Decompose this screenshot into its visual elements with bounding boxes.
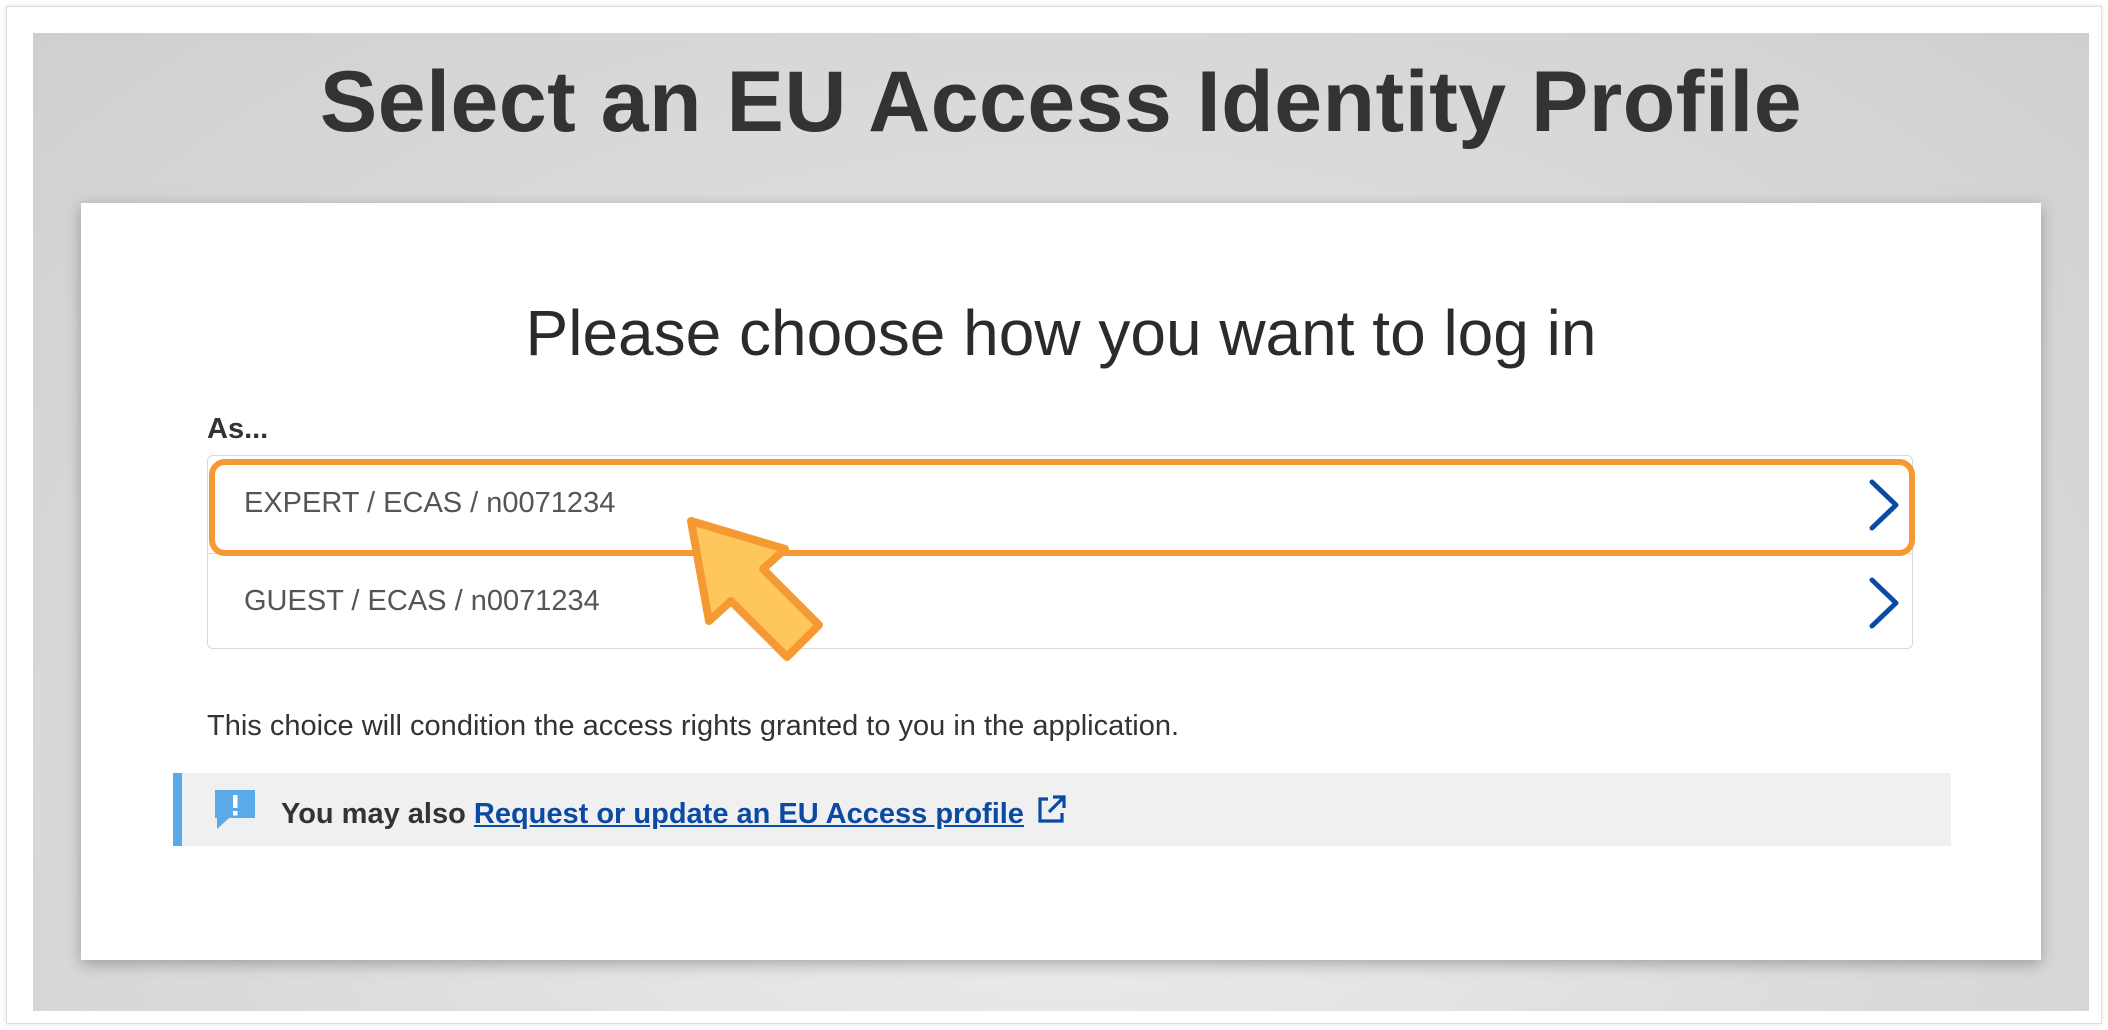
external-link-icon[interactable]: [1034, 793, 1068, 827]
chevron-right-icon: [1869, 577, 1899, 629]
speech-bubble-exclamation-icon: [215, 790, 255, 829]
profile-option-expert[interactable]: EXPERT / ECAS / n0071234: [208, 456, 1912, 553]
profile-option-label: EXPERT / ECAS / n0071234: [244, 487, 616, 519]
page-background: Select an EU Access Identity Profile Ple…: [33, 33, 2089, 1011]
profile-option-label: GUEST / ECAS / n0071234: [244, 585, 600, 617]
info-prefix-text: You may also: [281, 798, 474, 830]
profile-option-guest[interactable]: GUEST / ECAS / n0071234: [208, 553, 1912, 650]
as-label: As...: [207, 413, 269, 445]
page-title: Select an EU Access Identity Profile: [319, 54, 1803, 150]
profile-list: EXPERT / ECAS / n0071234 GUEST / ECAS / …: [207, 455, 1913, 649]
request-profile-link[interactable]: Request or update an EU Access profile: [474, 798, 1024, 830]
info-callout: You may also Request or update an EU Acc…: [173, 773, 1951, 846]
screenshot-frame: Select an EU Access Identity Profile Ple…: [6, 6, 2102, 1024]
login-card: Please choose how you want to log in As.…: [81, 203, 2041, 960]
chevron-right-icon: [1869, 479, 1899, 531]
card-heading: Please choose how you want to log in: [525, 297, 1597, 369]
info-text: You may also Request or update an EU Acc…: [281, 793, 1068, 831]
access-rights-note: This choice will condition the access ri…: [207, 710, 1180, 742]
